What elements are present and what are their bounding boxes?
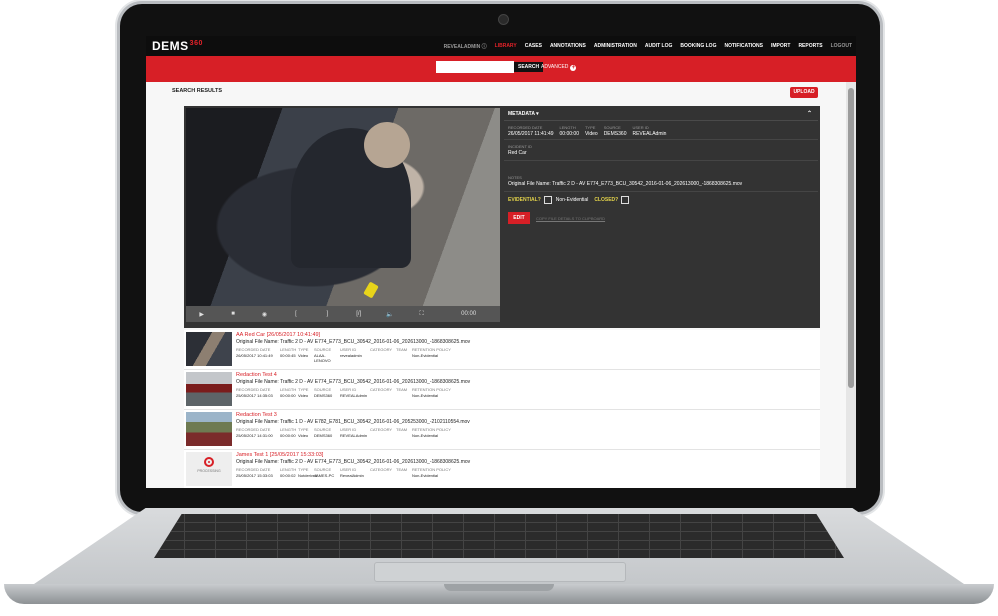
- volume-icon[interactable]: 🔈: [374, 311, 405, 318]
- scrollbar-thumb[interactable]: [848, 88, 854, 388]
- result-title[interactable]: James Test 1 [25/05/2017 15:33:03]: [236, 452, 820, 459]
- keyboard: [154, 514, 844, 558]
- play-icon[interactable]: ▶: [186, 311, 217, 318]
- result-meta-grid: RECORDED DATE LENGTH TYPE SOURCE USER ID CATE…: [236, 467, 451, 478]
- clip-icon[interactable]: [/]: [343, 311, 374, 317]
- result-filename: Original File Name: Traffic 2 D - AV E77…: [236, 459, 471, 465]
- result-info: Redaction Test 4 Original File Name: Tra…: [236, 372, 820, 398]
- list-item[interactable]: Redaction Test 4 Original File Name: Tra…: [184, 370, 820, 410]
- media-detail-panel: ▶ ■ ◉ [ ] [/] 🔈 ⛶ 00:00 METADATA ▾ ⌃ RECO…: [184, 106, 820, 328]
- chevron-up-icon[interactable]: ⌃: [807, 108, 812, 120]
- nav-reports[interactable]: REPORTS: [798, 43, 822, 49]
- video-subject-head: [364, 122, 410, 168]
- webcam-icon: [498, 14, 509, 25]
- nav-cases[interactable]: CASES: [525, 43, 542, 49]
- result-title[interactable]: AA Red Car [26/05/2017 10:41:49]: [236, 332, 820, 339]
- result-filename: Original File Name: Traffic 2 D - AV E77…: [236, 379, 471, 385]
- nav-library[interactable]: LIBRARY: [495, 43, 517, 49]
- user-menu[interactable]: REVEALADMIN ⓘ: [444, 43, 487, 50]
- app-logo[interactable]: DEMS360: [152, 39, 203, 53]
- mark-in-icon[interactable]: [: [280, 311, 311, 317]
- field-recorded-date: RECORDED DATE 26/05/2017 11:41:49: [508, 125, 554, 137]
- result-info: AA Red Car [26/05/2017 10:41:49] Origina…: [236, 332, 820, 363]
- stop-icon[interactable]: ■: [217, 311, 248, 317]
- nav-audit-log[interactable]: AUDIT LOG: [645, 43, 673, 49]
- caret-down-icon: ▾: [536, 111, 539, 117]
- field-length: LENGTH 00:00:00: [559, 125, 579, 137]
- keyboard-keys: [154, 514, 844, 558]
- upload-button[interactable]: UPLOAD: [790, 87, 818, 98]
- fullscreen-icon[interactable]: ⛶: [406, 311, 437, 318]
- closed-checkbox[interactable]: [621, 196, 630, 204]
- nav-administration[interactable]: ADMINISTRATION: [594, 43, 637, 49]
- player-controls: ▶ ■ ◉ [ ] [/] 🔈 ⛶ 00:00: [186, 306, 500, 322]
- field-user-id: USER ID REVEALAdmin: [632, 125, 667, 137]
- nav-annotations[interactable]: ANNOTATIONS: [550, 43, 586, 49]
- app-screen: DEMS360 REVEALADMIN ⓘ LIBRARY CASES ANNO…: [146, 36, 856, 488]
- list-item[interactable]: PROCESSING James Test 1 [25/05/2017 15:3…: [184, 450, 820, 488]
- trackpad: [374, 562, 626, 582]
- result-info: Redaction Test 3 Original File Name: Tra…: [236, 412, 820, 438]
- result-info: James Test 1 [25/05/2017 15:33:03] Origi…: [236, 452, 820, 478]
- result-title[interactable]: Redaction Test 4: [236, 372, 820, 379]
- result-meta-grid: RECORDED DATE LENGTH TYPE SOURCE USER ID CATE…: [236, 347, 451, 363]
- result-title[interactable]: Redaction Test 3: [236, 412, 820, 419]
- time-display: 00:00: [461, 311, 477, 317]
- field-notes: NOTES Original File Name: Traffic 2 D - A…: [504, 161, 818, 192]
- processing-icon: [204, 457, 214, 467]
- metadata-panel: METADATA ▾ ⌃ RECORDED DATE 26/05/2017 11:4…: [504, 108, 818, 326]
- main-nav: REVEALADMIN ⓘ LIBRARY CASES ANNOTATIONS …: [436, 36, 852, 56]
- field-source: SOURCE DEMS360: [603, 125, 627, 137]
- result-thumbnail[interactable]: [186, 372, 232, 406]
- edit-row: EDIT COPY FILE DETAILS TO CLIPBOARD: [504, 208, 818, 228]
- result-meta-grid: RECORDED DATE LENGTH TYPE SOURCE USER ID CATE…: [236, 427, 451, 438]
- top-navbar: DEMS360 REVEALADMIN ⓘ LIBRARY CASES ANNO…: [146, 36, 856, 56]
- record-icon[interactable]: ◉: [249, 311, 280, 318]
- evidential-checkbox[interactable]: [543, 196, 552, 204]
- mark-out-icon[interactable]: ]: [312, 311, 343, 317]
- processing-label: PROCESSING: [197, 469, 221, 473]
- result-thumbnail[interactable]: [186, 332, 232, 366]
- laptop-base: [4, 500, 994, 610]
- search-input[interactable]: [436, 61, 514, 73]
- page-title: SEARCH RESULTS: [172, 88, 223, 94]
- main-content: SEARCH RESULTS UPLOAD ▶ ■ ◉ [ ] [/] 🔈 ⛶: [146, 82, 846, 488]
- evidential-flags: EVIDENTIAL? Non-Evidential CLOSED?: [504, 192, 818, 208]
- result-filename: Original File Name: Traffic 1 D - AV E78…: [236, 419, 470, 425]
- results-list: AA Red Car [26/05/2017 10:41:49] Origina…: [184, 330, 820, 488]
- page-scrollbar[interactable]: [846, 82, 856, 488]
- result-filename: Original File Name: Traffic 2 D - AV E77…: [236, 339, 471, 345]
- advanced-search-link[interactable]: ADVANCED +: [541, 64, 577, 71]
- result-meta-grid: RECORDED DATE LENGTH TYPE SOURCE USER ID CATE…: [236, 387, 451, 398]
- metadata-header[interactable]: METADATA ▾ ⌃: [504, 108, 818, 121]
- user-info-icon: ⓘ: [481, 43, 487, 50]
- nav-notifications[interactable]: NOTIFICATIONS: [724, 43, 763, 49]
- result-thumbnail[interactable]: PROCESSING: [186, 452, 232, 486]
- nav-booking-log[interactable]: BOOKING LOG: [680, 43, 716, 49]
- search-bar: SEARCH ADVANCED +: [146, 56, 856, 82]
- list-item[interactable]: Redaction Test 3 Original File Name: Tra…: [184, 410, 820, 450]
- logout-link[interactable]: LOGOUT: [831, 43, 852, 49]
- field-type: TYPE Video: [584, 125, 598, 137]
- video-taser: [363, 281, 379, 299]
- list-item[interactable]: AA Red Car [26/05/2017 10:41:49] Origina…: [184, 330, 820, 370]
- edit-button[interactable]: EDIT: [508, 212, 530, 224]
- evidential-label: EVIDENTIAL?: [508, 197, 541, 203]
- nav-import[interactable]: IMPORT: [771, 43, 790, 49]
- result-thumbnail[interactable]: [186, 412, 232, 446]
- plus-icon: +: [570, 65, 577, 71]
- search-button[interactable]: SEARCH: [514, 62, 544, 72]
- closed-label: CLOSED?: [594, 197, 619, 203]
- laptop-notch: [444, 584, 554, 591]
- metadata-fields: RECORDED DATE 26/05/2017 11:41:49 LENGTH 0…: [504, 121, 818, 140]
- evidential-value: Non-Evidential: [555, 197, 589, 203]
- field-incident-id: INCIDENT ID Red Car: [504, 140, 818, 161]
- laptop-lid: DEMS360 REVEALADMIN ⓘ LIBRARY CASES ANNO…: [120, 4, 880, 512]
- copy-details-link[interactable]: COPY FILE DETAILS TO CLIPBOARD: [536, 216, 605, 221]
- video-player[interactable]: [186, 108, 500, 306]
